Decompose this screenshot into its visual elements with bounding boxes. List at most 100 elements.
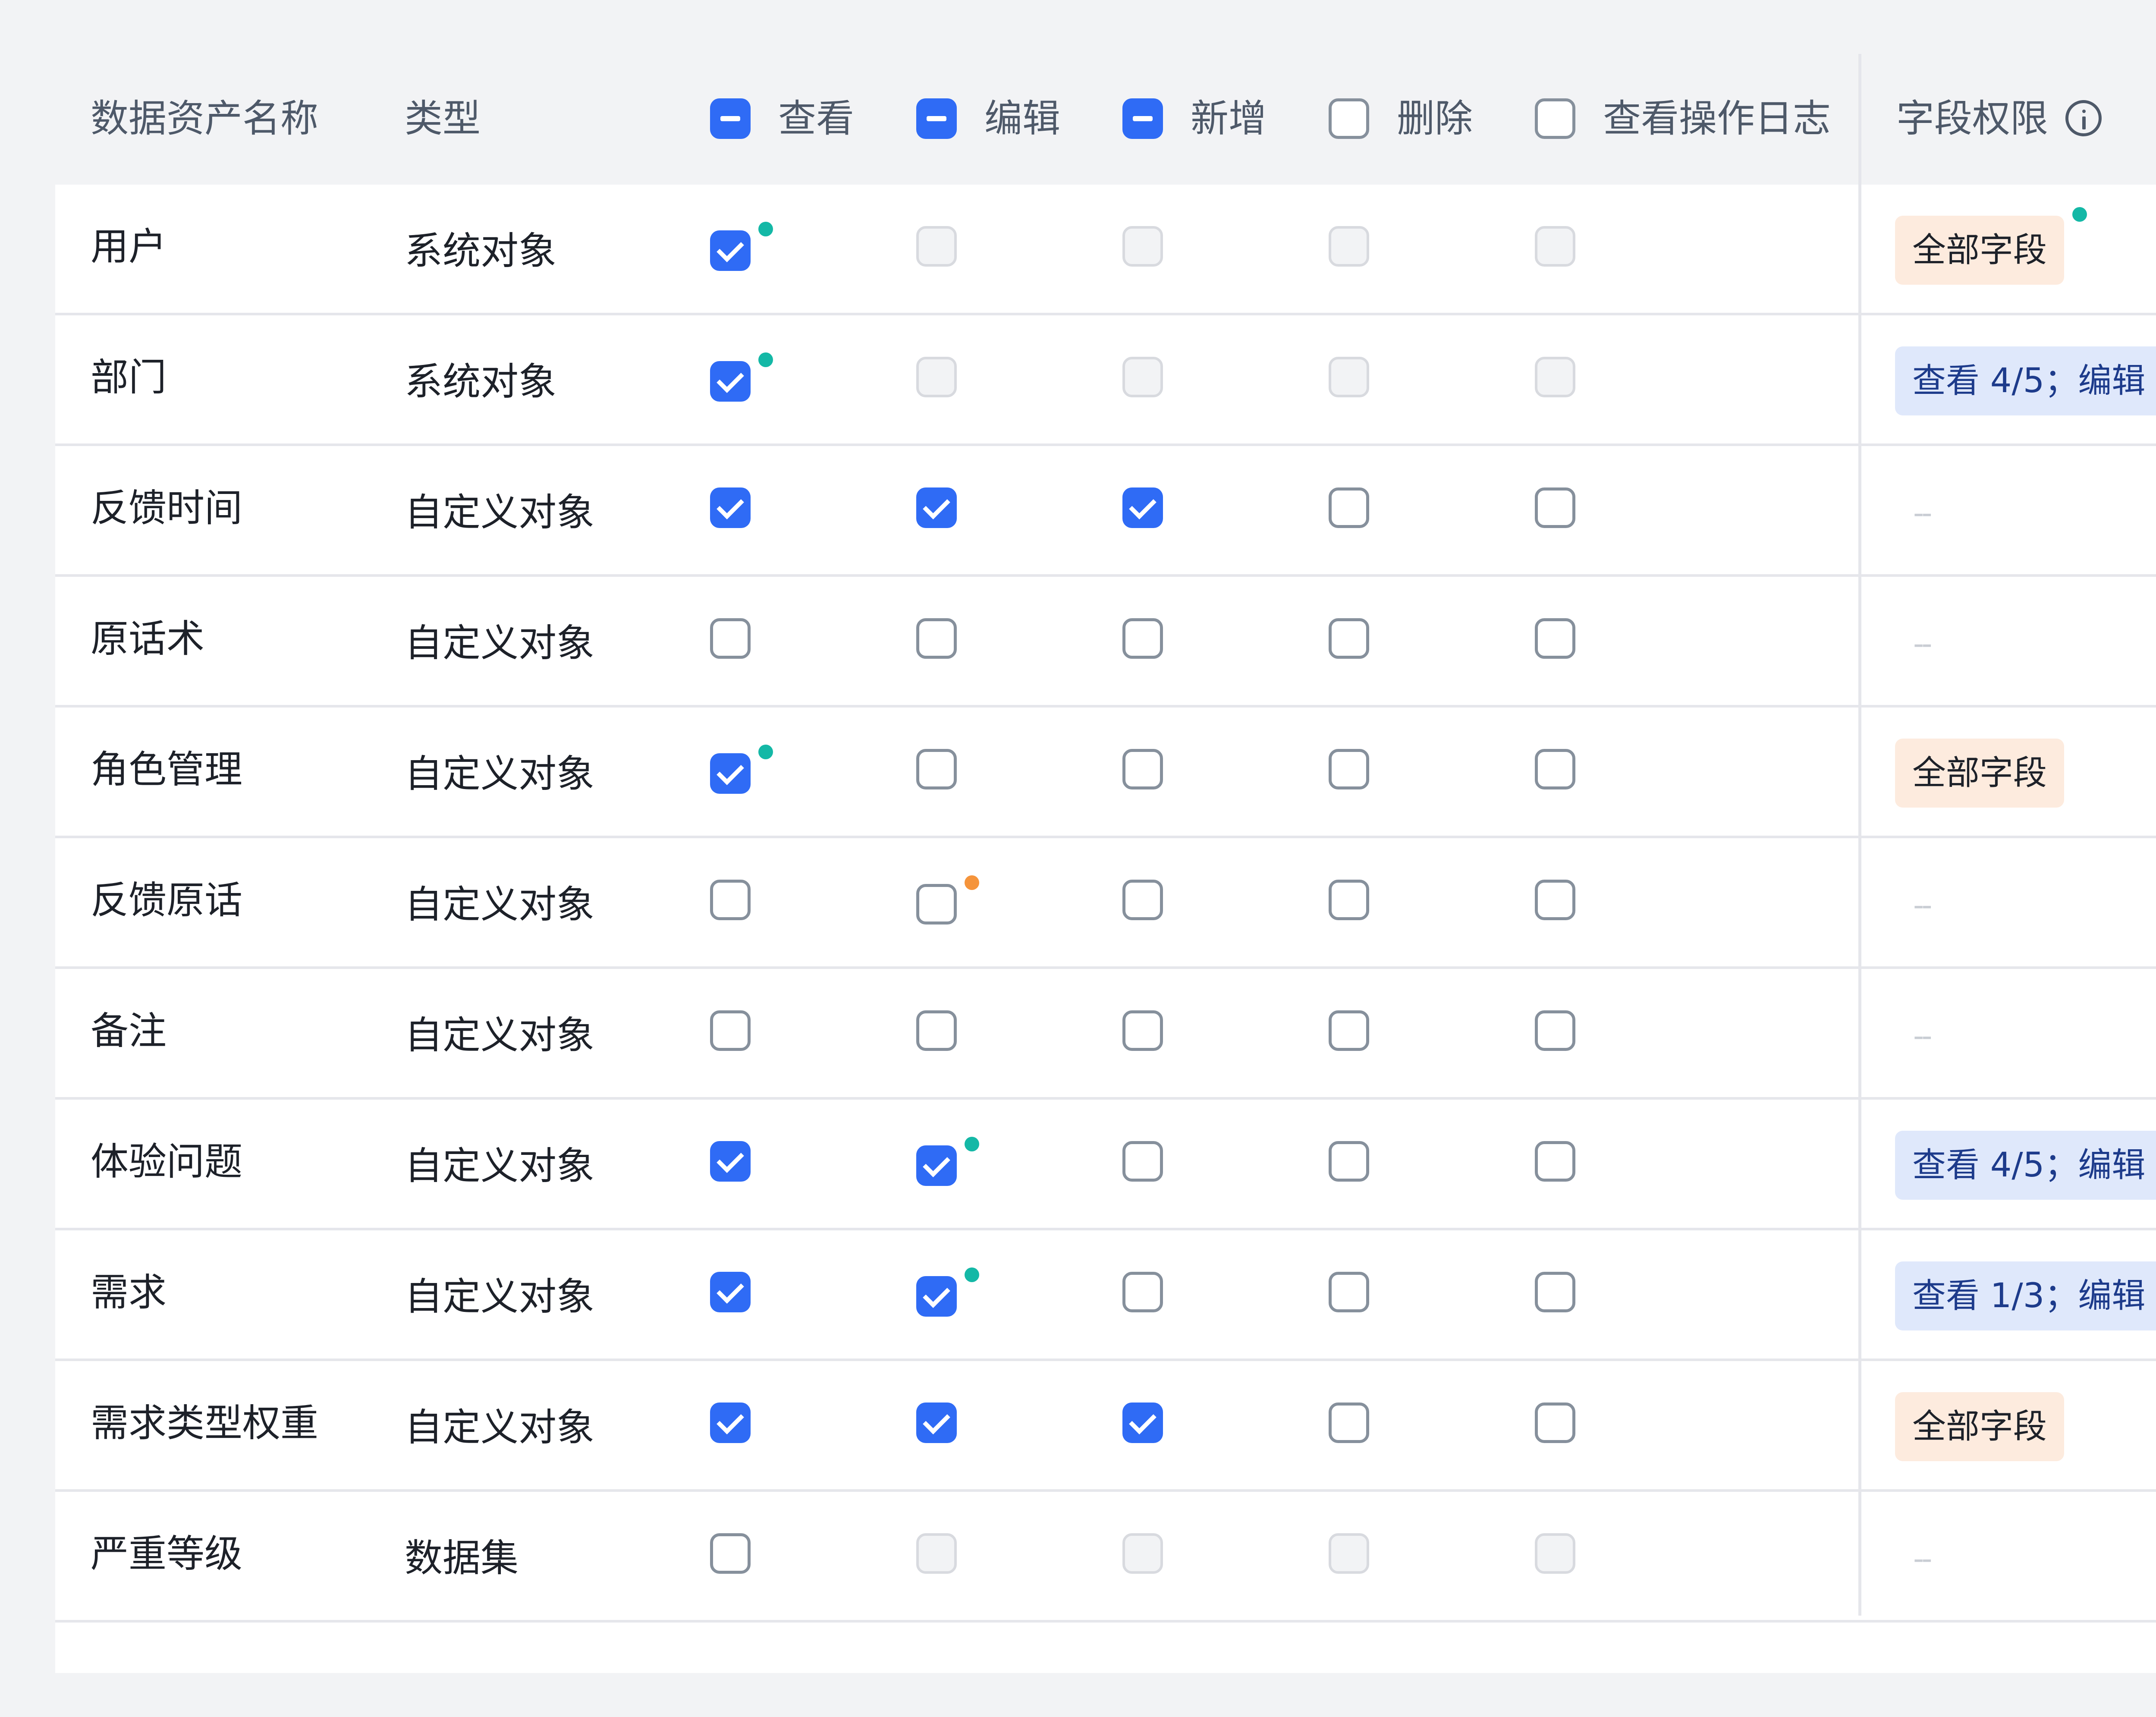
table-row: 用户 系统对象 全部字段 (55, 185, 2156, 315)
edit-checkbox[interactable] (916, 749, 957, 789)
column-header-delete: 删除 (1397, 96, 1473, 141)
table-header: 数据资产名称 类型 查看 编辑 新增 删除 查看操作日志 字段权限 (55, 0, 2156, 185)
add-checkbox (1122, 357, 1163, 397)
view-log-checkbox (1535, 1533, 1575, 1574)
field-permission-tag[interactable]: 全部字段 (1895, 216, 2065, 285)
table-row: 反馈原话 自定义对象 -- (55, 838, 2156, 969)
view-log-checkbox[interactable] (1535, 1403, 1575, 1443)
edit-checkbox (916, 1533, 957, 1574)
field-permission-tag[interactable]: 全部字段 (1895, 1392, 2065, 1461)
add-checkbox[interactable] (1122, 1141, 1163, 1182)
column-header-field-permission: 字段权限 (1896, 96, 2049, 141)
select-all-add-checkbox[interactable] (1122, 98, 1163, 139)
asset-name: 原话术 (91, 616, 205, 661)
add-checkbox[interactable] (1122, 749, 1163, 789)
status-dot (758, 352, 773, 367)
table-row: 部门 系统对象 查看 4/5；编辑 (55, 315, 2156, 446)
asset-name: 备注 (91, 1009, 167, 1053)
info-icon[interactable] (2065, 100, 2102, 136)
field-permission-tag[interactable]: 查看 4/5；编辑 (1895, 1131, 2156, 1200)
column-header-add: 新增 (1191, 96, 1267, 141)
delete-checkbox (1329, 1533, 1369, 1574)
view-checkbox[interactable] (710, 880, 751, 920)
view-checkbox[interactable] (710, 361, 751, 402)
status-dot (2072, 207, 2087, 222)
view-log-checkbox[interactable] (1535, 749, 1575, 789)
edit-checkbox[interactable] (916, 1010, 957, 1051)
select-all-delete-checkbox[interactable] (1329, 98, 1369, 139)
edit-checkbox[interactable] (916, 1403, 957, 1443)
asset-type: 自定义对象 (405, 1144, 595, 1188)
table-row: 需求类型权重 自定义对象 全部字段 (55, 1361, 2156, 1492)
asset-name: 用户 (91, 224, 167, 269)
edit-checkbox[interactable] (916, 1276, 957, 1317)
add-checkbox[interactable] (1122, 1403, 1163, 1443)
status-dot (965, 1267, 979, 1282)
asset-name: 需求 (91, 1270, 167, 1314)
view-log-checkbox[interactable] (1535, 487, 1575, 528)
delete-checkbox[interactable] (1329, 1403, 1369, 1443)
edit-checkbox (916, 226, 957, 267)
add-checkbox[interactable] (1122, 487, 1163, 528)
asset-name: 反馈原话 (91, 878, 243, 922)
asset-type: 系统对象 (405, 359, 557, 404)
view-checkbox[interactable] (710, 1272, 751, 1312)
edit-checkbox[interactable] (916, 884, 957, 925)
view-checkbox[interactable] (710, 1141, 751, 1182)
asset-type: 自定义对象 (405, 621, 595, 665)
delete-checkbox[interactable] (1329, 487, 1369, 528)
view-checkbox[interactable] (710, 1010, 751, 1051)
asset-name: 严重等级 (91, 1531, 243, 1576)
view-checkbox[interactable] (710, 487, 751, 528)
asset-type: 自定义对象 (405, 882, 595, 927)
field-permission-tag[interactable]: 查看 1/3；编辑 2 (1895, 1261, 2156, 1330)
view-log-checkbox[interactable] (1535, 1141, 1575, 1182)
view-log-checkbox[interactable] (1535, 1010, 1575, 1051)
view-log-checkbox (1535, 357, 1575, 397)
delete-checkbox[interactable] (1329, 1141, 1369, 1182)
add-checkbox[interactable] (1122, 1010, 1163, 1051)
select-all-view-checkbox[interactable] (710, 98, 751, 139)
empty-placeholder: -- (1913, 887, 1932, 923)
add-checkbox[interactable] (1122, 880, 1163, 920)
delete-checkbox[interactable] (1329, 749, 1369, 789)
view-checkbox[interactable] (710, 1533, 751, 1574)
asset-name: 体验问题 (91, 1139, 243, 1184)
asset-type: 自定义对象 (405, 752, 595, 796)
table-row: 严重等级 数据集 -- (55, 1492, 2156, 1623)
view-checkbox[interactable] (710, 1403, 751, 1443)
add-checkbox[interactable] (1122, 618, 1163, 659)
asset-type: 自定义对象 (405, 1405, 595, 1450)
delete-checkbox[interactable] (1329, 880, 1369, 920)
asset-type: 数据集 (405, 1536, 519, 1580)
view-checkbox[interactable] (710, 618, 751, 659)
status-dot (758, 745, 773, 759)
field-permission-tag[interactable]: 全部字段 (1895, 739, 2065, 808)
view-log-checkbox[interactable] (1535, 618, 1575, 659)
column-header-name: 数据资产名称 (91, 96, 319, 141)
asset-type: 自定义对象 (405, 1013, 595, 1057)
delete-checkbox (1329, 357, 1369, 397)
add-checkbox (1122, 1533, 1163, 1574)
edit-checkbox[interactable] (916, 487, 957, 528)
view-log-checkbox[interactable] (1535, 1272, 1575, 1312)
edit-checkbox[interactable] (916, 1145, 957, 1186)
table-footer-space (55, 1623, 2156, 1673)
empty-placeholder: -- (1913, 1541, 1932, 1576)
add-checkbox[interactable] (1122, 1272, 1163, 1312)
asset-type: 自定义对象 (405, 1274, 595, 1319)
asset-name: 需求类型权重 (91, 1401, 319, 1445)
view-checkbox[interactable] (710, 753, 751, 794)
select-all-view-log-checkbox[interactable] (1535, 98, 1575, 139)
delete-checkbox[interactable] (1329, 1272, 1369, 1312)
delete-checkbox[interactable] (1329, 1010, 1369, 1051)
view-log-checkbox[interactable] (1535, 880, 1575, 920)
view-checkbox[interactable] (710, 230, 751, 271)
status-dot (758, 222, 773, 236)
select-all-edit-checkbox[interactable] (916, 98, 957, 139)
column-divider (1858, 54, 1861, 1616)
delete-checkbox[interactable] (1329, 618, 1369, 659)
asset-name: 角色管理 (91, 747, 243, 792)
field-permission-tag[interactable]: 查看 4/5；编辑 (1895, 346, 2156, 415)
edit-checkbox[interactable] (916, 618, 957, 659)
